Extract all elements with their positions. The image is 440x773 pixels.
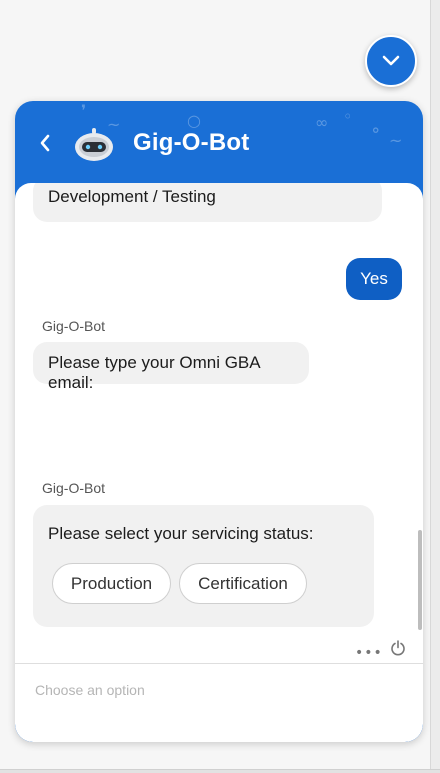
bot-title: Gig-O-Bot — [133, 129, 250, 156]
decorative-doodle: ❜ — [81, 101, 87, 120]
decorative-doodle: ◦ — [343, 107, 353, 126]
decorative-doodle: ~ — [389, 131, 403, 150]
more-options-button[interactable]: ••• — [355, 645, 383, 661]
message-input[interactable] — [35, 678, 395, 702]
chat-scrollbar[interactable] — [418, 530, 422, 630]
bot-message-status-prompt: Please select your servicing status: Pro… — [33, 505, 374, 627]
input-divider — [15, 663, 423, 664]
power-icon[interactable] — [390, 639, 406, 657]
bot-message-email-prompt: Please type your Omni GBA email: — [33, 342, 309, 392]
chevron-left-icon — [40, 134, 50, 152]
decorative-doodle: ⚬ — [369, 121, 383, 140]
window-scrollbar-track — [430, 0, 440, 773]
chevron-down-icon — [382, 55, 400, 66]
option-bubble-partial: Development / Testing — [33, 183, 382, 222]
sender-label: Gig-O-Bot — [42, 318, 106, 334]
bot-avatar — [75, 128, 113, 161]
chat-header: ❜ ~ ○ ∞ ◦ ⚬ ~ Gig-O-Bot — [15, 101, 423, 186]
status-prompt-text: Please select your servicing status: — [48, 524, 314, 543]
option-production-button[interactable]: Production — [52, 563, 171, 604]
decorative-doodle: ∞ — [315, 113, 329, 132]
chat-widget: ❜ ~ ○ ∞ ◦ ⚬ ~ Gig-O-Bot Development / Te… — [15, 101, 423, 742]
collapse-chat-button[interactable] — [365, 35, 417, 87]
user-message: Yes — [346, 258, 402, 300]
option-certification-button[interactable]: Certification — [179, 563, 307, 604]
back-button[interactable] — [35, 132, 55, 154]
sender-label: Gig-O-Bot — [42, 480, 106, 496]
window-bottom-edge — [0, 769, 440, 773]
decorative-doodle: ○ — [187, 111, 201, 130]
chat-body: Development / Testing Yes Gig-O-Bot Plea… — [15, 183, 423, 742]
